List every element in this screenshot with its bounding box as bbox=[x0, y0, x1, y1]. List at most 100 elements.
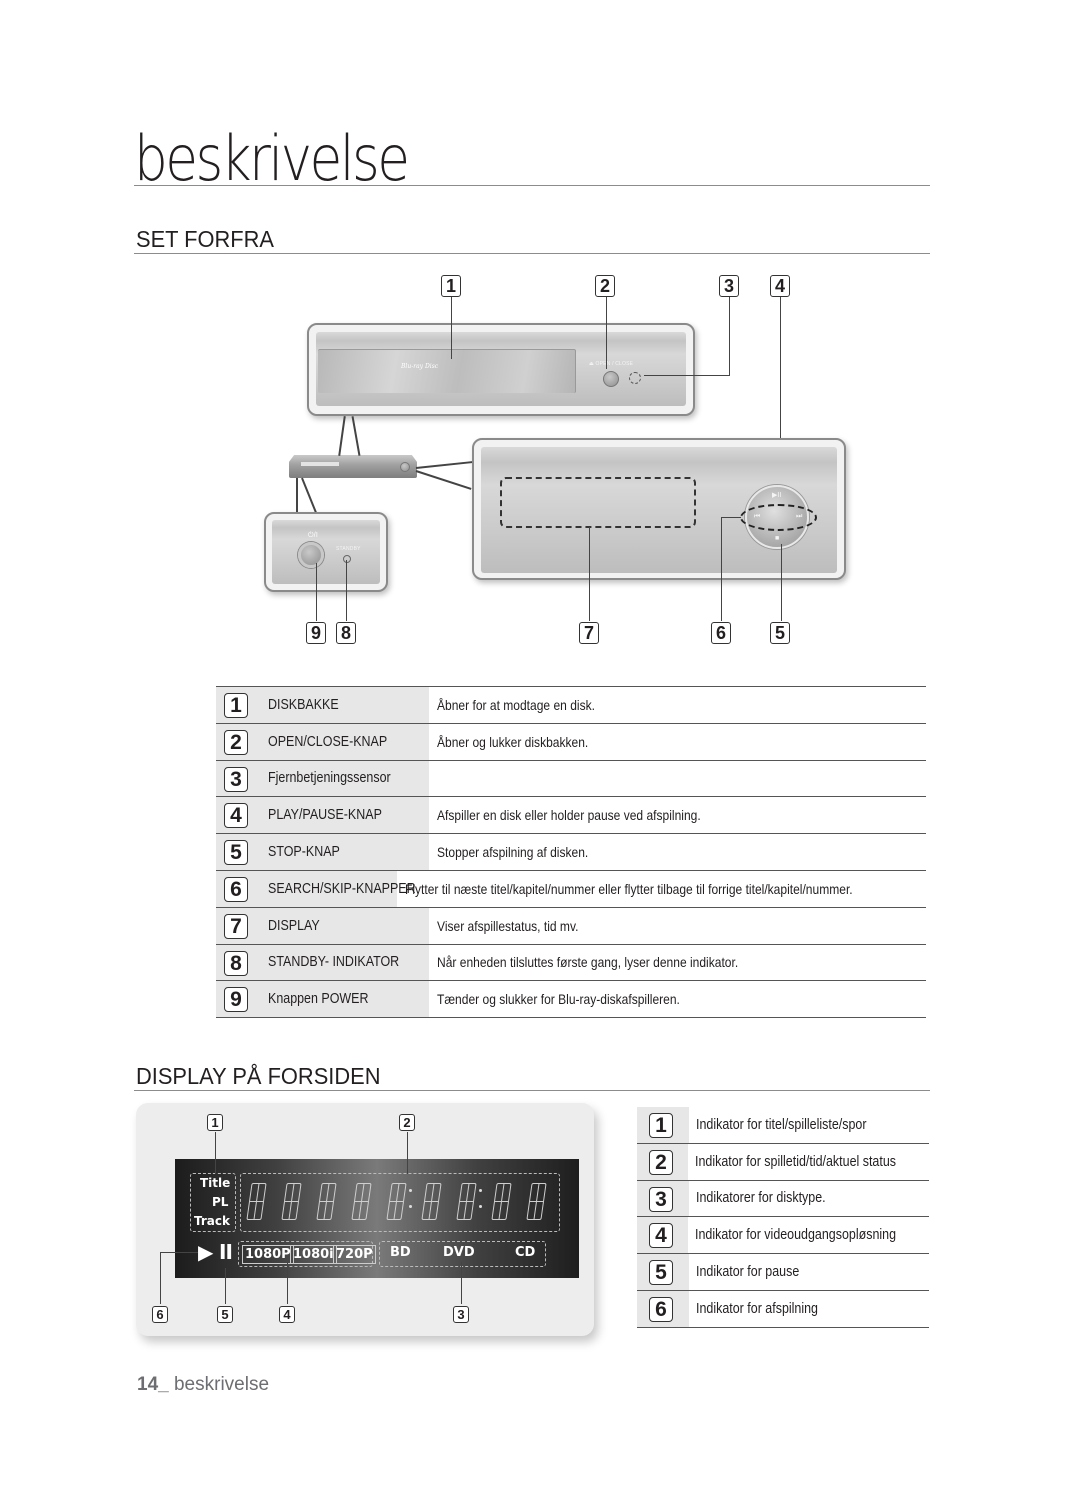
disc-cd: CD bbox=[515, 1245, 536, 1260]
table-row: 6 Indikator for afspilning bbox=[637, 1290, 929, 1328]
row-number-cell: 6 bbox=[637, 1290, 689, 1327]
row-number: 3 bbox=[649, 1186, 673, 1212]
table-row: 2 OPEN/CLOSE-KNAP Åbner og lukker diskbakk… bbox=[216, 723, 926, 761]
power-button bbox=[298, 542, 324, 568]
table-row: 5 STOP-KNAP Stopper afspilning af disken. bbox=[216, 834, 926, 871]
part-description: Tænder og slukker for Blu-ray-diskafspil… bbox=[437, 991, 680, 1008]
pause-indicator: II bbox=[219, 1240, 233, 1264]
section-heading-display: DISPLAY PÅ FORSIDEN bbox=[136, 1063, 381, 1089]
tray-zoom-panel: Blu-ray Disc ⏏ OPEN / CLOSE bbox=[307, 323, 695, 416]
display-area bbox=[500, 477, 696, 528]
part-description: Afspiller en disk eller holder pause ved… bbox=[437, 807, 701, 824]
section-rule-front bbox=[134, 253, 930, 254]
row-number: 9 bbox=[224, 987, 248, 1013]
row-number: 3 bbox=[224, 766, 248, 792]
indicator-description: Indikator for pause bbox=[696, 1264, 800, 1281]
mode-track: Track bbox=[194, 1214, 230, 1228]
row-number: 6 bbox=[224, 876, 248, 902]
disc-dvd: DVD bbox=[443, 1245, 475, 1260]
standby-indicator bbox=[343, 555, 351, 563]
row-desc-cell: Stopper afspilning af disken. bbox=[429, 834, 926, 870]
row-desc-cell: Afspiller en disk eller holder pause ved… bbox=[429, 797, 926, 833]
indicator-description: Indikatorer for disktype. bbox=[696, 1190, 826, 1207]
row-number: 1 bbox=[224, 693, 248, 718]
res-1080p: 1080P bbox=[242, 1245, 294, 1264]
part-description: Når enheden tilsluttes første gang, lyse… bbox=[437, 954, 739, 971]
display-callout-1: 1 bbox=[207, 1114, 223, 1131]
row-desc-cell: Indikator for titel/spilleliste/spor bbox=[689, 1107, 929, 1143]
display-callout-3: 3 bbox=[453, 1306, 469, 1323]
row-desc-cell: Indikatorer for disktype. bbox=[689, 1181, 929, 1217]
row-desc-cell: Indikator for pause bbox=[689, 1254, 929, 1290]
callout-6: 6 bbox=[711, 622, 731, 644]
row-label-cell: 9 Knappen POWER bbox=[216, 981, 429, 1018]
part-description: Viser afspillestatus, tid mv. bbox=[437, 917, 579, 934]
row-number-cell: 5 bbox=[637, 1254, 689, 1290]
power-zoom-panel: ⏻/I STANDBY bbox=[264, 512, 388, 592]
row-number: 4 bbox=[649, 1223, 673, 1249]
row-number: 7 bbox=[224, 913, 248, 939]
colon-dot bbox=[479, 1189, 482, 1192]
row-number: 1 bbox=[649, 1113, 673, 1138]
part-name: DISKBAKKE bbox=[268, 696, 339, 713]
table-row: 3 Fjernbetjeningssensor bbox=[216, 760, 926, 798]
disc-tray bbox=[318, 349, 576, 393]
bluray-logo: Blu-ray Disc bbox=[401, 363, 439, 370]
leader-3b bbox=[644, 375, 730, 376]
part-description: Åbner og lukker diskbakken. bbox=[437, 733, 589, 750]
row-desc-cell: Flytter til næste titel/kapitel/nummer e… bbox=[397, 871, 926, 907]
row-number: 5 bbox=[224, 840, 248, 866]
standby-label: STANDBY bbox=[336, 546, 361, 552]
part-name: PLAY/PAUSE-KNAP bbox=[268, 807, 382, 824]
page-title: beskrivelse bbox=[134, 122, 410, 195]
callout-5: 5 bbox=[770, 622, 790, 644]
callout-9: 9 bbox=[306, 622, 326, 644]
callout-2: 2 bbox=[595, 275, 615, 297]
row-desc-cell: Åbner og lukker diskbakken. bbox=[429, 724, 926, 760]
row-number-cell: 1 bbox=[637, 1107, 689, 1143]
play-pause-glyph: ▶II bbox=[772, 492, 782, 499]
callout-7: 7 bbox=[579, 622, 599, 644]
row-desc-cell: Åbner for at modtage en disk. bbox=[429, 687, 926, 723]
row-number-cell: 2 bbox=[637, 1143, 689, 1180]
table-row: 1 Indikator for titel/spilleliste/spor bbox=[637, 1107, 929, 1144]
row-label-cell: 8 STANDBY- INDIKATOR bbox=[216, 944, 429, 981]
table-row: 6 SEARCH/SKIP-KNAPPER Flytter til næste ti… bbox=[216, 870, 926, 908]
leader-1 bbox=[451, 297, 452, 359]
table-row: 8 STANDBY- INDIKATOR Når enheden tilslutte… bbox=[216, 944, 926, 982]
row-number: 8 bbox=[224, 950, 248, 976]
front-parts-table: 1 DISKBAKKE Åbner for at modtage en disk. 2… bbox=[216, 686, 926, 1019]
part-name: SEARCH/SKIP-KNAPPER bbox=[268, 880, 416, 897]
row-desc-cell bbox=[429, 761, 926, 797]
display-indicators-table: 1 Indikator for titel/spilleliste/spor 2 In… bbox=[637, 1107, 929, 1328]
row-label-cell: 1 DISKBAKKE bbox=[216, 687, 429, 723]
table-row: 1 DISKBAKKE Åbner for at modtage en disk. bbox=[216, 687, 926, 724]
indicator-description: Indikator for spilletid/tid/aktuel statu… bbox=[695, 1153, 897, 1170]
colon-dot bbox=[409, 1189, 412, 1192]
part-description: Åbner for at modtage en disk. bbox=[437, 696, 595, 713]
part-name: STOP-KNAP bbox=[268, 844, 340, 861]
open-close-label: ⏏ OPEN / CLOSE bbox=[589, 361, 634, 367]
part-name: Knappen POWER bbox=[268, 991, 369, 1008]
res-720p: 720P bbox=[333, 1245, 376, 1264]
res-1080i: 1080i bbox=[290, 1245, 337, 1264]
colon-dot bbox=[479, 1205, 482, 1208]
table-row: 3 Indikatorer for disktype. bbox=[637, 1180, 929, 1218]
search-skip-highlight bbox=[740, 504, 817, 531]
disc-bd: BD bbox=[390, 1245, 411, 1260]
play-indicator: ▶ bbox=[198, 1240, 214, 1264]
title-rule bbox=[134, 185, 930, 186]
stop-glyph: ■ bbox=[775, 535, 780, 542]
table-row: 4 PLAY/PAUSE-KNAP Afspiller en disk eller … bbox=[216, 797, 926, 835]
row-label-cell: 2 OPEN/CLOSE-KNAP bbox=[216, 723, 429, 760]
mode-title: Title bbox=[200, 1176, 231, 1190]
row-label-cell: 6 SEARCH/SKIP-KNAPPER bbox=[216, 870, 416, 907]
row-number: 5 bbox=[649, 1260, 673, 1286]
indicator-description: Indikator for afspilning bbox=[696, 1300, 818, 1317]
part-name: STANDBY- INDIKATOR bbox=[268, 954, 400, 971]
callout-1: 1 bbox=[441, 275, 461, 297]
row-label-cell: 3 Fjernbetjeningssensor bbox=[216, 760, 429, 797]
row-label-cell: 7 DISPLAY bbox=[216, 907, 429, 944]
row-desc-cell: Indikator for afspilning bbox=[689, 1291, 929, 1327]
indicator-description: Indikator for titel/spilleliste/spor bbox=[696, 1116, 867, 1133]
